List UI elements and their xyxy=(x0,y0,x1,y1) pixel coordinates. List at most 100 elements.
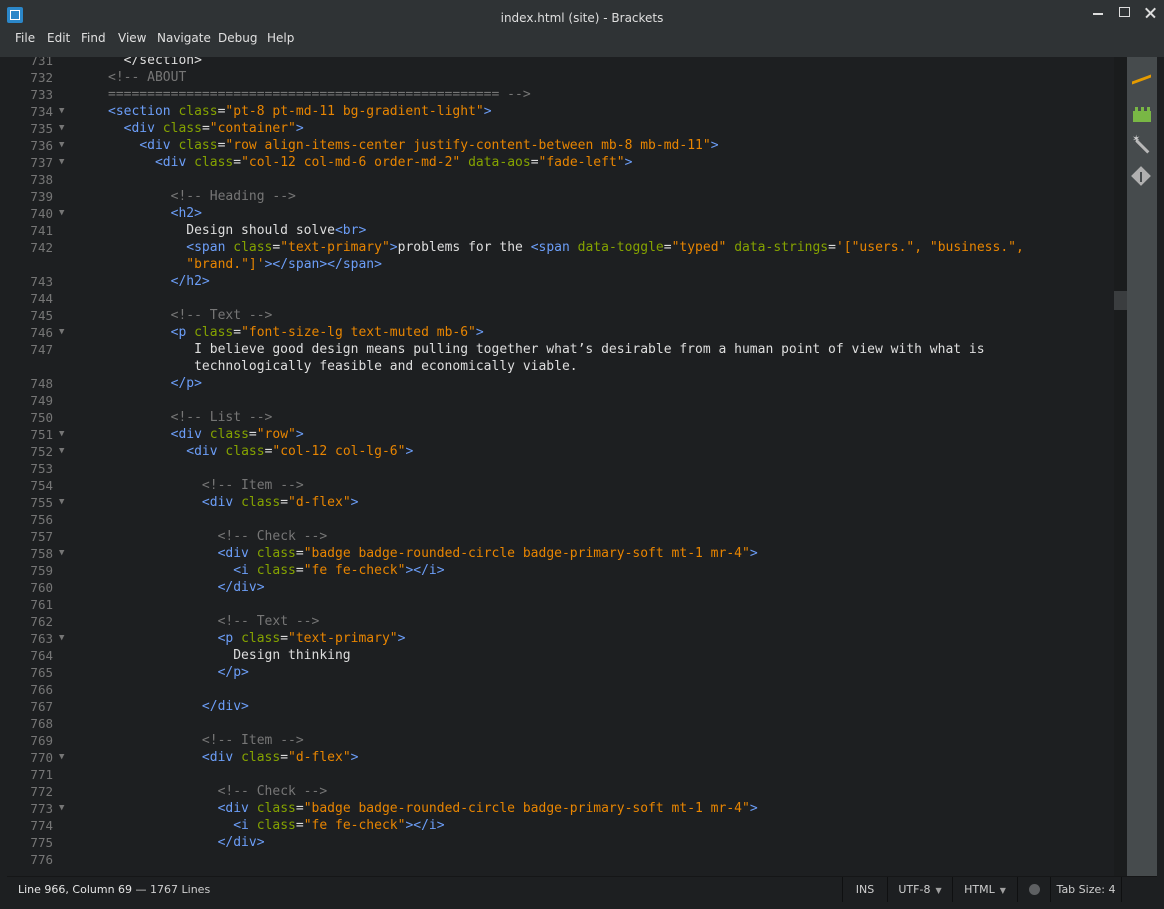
code-line[interactable]: 742 <span class="text-primary">problems … xyxy=(7,239,1114,256)
code-line[interactable]: 733 =====================================… xyxy=(7,86,1114,103)
vertical-scrollbar[interactable] xyxy=(1114,57,1127,876)
fold-toggle-icon[interactable]: ▼ xyxy=(59,443,69,460)
line-number: 759 xyxy=(30,563,53,578)
line-number: 775 xyxy=(30,835,53,850)
code-line[interactable]: 750 <!-- List --> xyxy=(7,409,1114,426)
code-line[interactable]: 765 </p> xyxy=(7,664,1114,681)
code-text: </p> xyxy=(217,665,249,680)
close-button[interactable] xyxy=(1140,4,1160,22)
code-line[interactable]: 770 ▼ <div class="d-flex"> xyxy=(7,749,1114,766)
code-line[interactable]: "brand."]'></span></span> xyxy=(7,256,1114,273)
code-line[interactable]: 774 <i class="fe fe-check"></i> xyxy=(7,817,1114,834)
code-line[interactable]: 755 ▼ <div class="d-flex"> xyxy=(7,494,1114,511)
menu-find[interactable]: Find xyxy=(81,31,106,48)
code-line[interactable]: 738 xyxy=(7,171,1114,188)
code-line[interactable]: 761 xyxy=(7,596,1114,613)
code-line[interactable]: 747 I believe good design means pulling … xyxy=(7,341,1114,358)
code-line[interactable]: 754 <!-- Item --> xyxy=(7,477,1114,494)
code-editor[interactable]: 731 </section> 732 <!-- ABOUT 733 ==========… xyxy=(7,57,1114,876)
fold-toggle-icon[interactable]: ▼ xyxy=(59,749,69,766)
code-text: <h2> xyxy=(170,206,202,221)
code-line[interactable]: 771 xyxy=(7,766,1114,783)
code-line[interactable]: 751 ▼ <div class="row"> xyxy=(7,426,1114,443)
code-line[interactable]: 767 </div> xyxy=(7,698,1114,715)
linting-status[interactable] xyxy=(1017,877,1050,902)
fold-toggle-icon[interactable]: ▼ xyxy=(59,324,69,341)
git-icon[interactable] xyxy=(1131,166,1153,188)
line-number: 752 xyxy=(30,444,53,459)
code-line[interactable]: 768 xyxy=(7,715,1114,732)
code-line[interactable]: 731 </section> xyxy=(7,57,1114,69)
code-line[interactable]: 732 <!-- ABOUT xyxy=(7,69,1114,86)
code-line[interactable]: 769 <!-- Item --> xyxy=(7,732,1114,749)
code-line[interactable]: 739 <!-- Heading --> xyxy=(7,188,1114,205)
line-number: 760 xyxy=(30,580,53,595)
minimize-button[interactable] xyxy=(1088,4,1108,22)
code-line[interactable]: 749 xyxy=(7,392,1114,409)
fold-toggle-icon[interactable]: ▼ xyxy=(59,137,69,154)
code-line[interactable]: 756 xyxy=(7,511,1114,528)
language-select[interactable]: HTML ▼ xyxy=(952,877,1017,902)
code-line[interactable]: 763 ▼ <p class="text-primary"> xyxy=(7,630,1114,647)
line-number: 766 xyxy=(30,682,53,697)
code-line[interactable]: 762 <!-- Text --> xyxy=(7,613,1114,630)
code-text: Design should solve<br> xyxy=(108,223,367,238)
code-line[interactable]: 757 <!-- Check --> xyxy=(7,528,1114,545)
code-line[interactable]: 753 xyxy=(7,460,1114,477)
code-line[interactable]: 764 Design thinking xyxy=(7,647,1114,664)
code-line[interactable]: 741 Design should solve<br> xyxy=(7,222,1114,239)
scrollbar-thumb[interactable] xyxy=(1114,291,1127,310)
fold-toggle-icon[interactable]: ▼ xyxy=(59,205,69,222)
tab-size-control[interactable]: Tab Size: 4 xyxy=(1050,877,1122,902)
code-line[interactable]: 766 xyxy=(7,681,1114,698)
code-line[interactable]: 773 ▼ <div class="badge badge-rounded-cir… xyxy=(7,800,1114,817)
code-line[interactable]: 772 <!-- Check --> xyxy=(7,783,1114,800)
code-text: </div> xyxy=(217,835,265,850)
live-preview-icon[interactable] xyxy=(1131,72,1153,94)
code-text: <div class="container"> xyxy=(123,121,304,136)
code-line[interactable]: 743 </h2> xyxy=(7,273,1114,290)
fold-toggle-icon[interactable]: ▼ xyxy=(59,630,69,647)
fold-toggle-icon[interactable]: ▼ xyxy=(59,154,69,171)
code-text: <!-- Check --> xyxy=(217,784,328,799)
menu-view[interactable]: View xyxy=(118,31,146,48)
code-line[interactable]: 740 ▼ <h2> xyxy=(7,205,1114,222)
code-line[interactable]: 748 </p> xyxy=(7,375,1114,392)
code-line[interactable]: 775 </div> xyxy=(7,834,1114,851)
menu-edit[interactable]: Edit xyxy=(47,31,70,48)
tab-size-value[interactable]: 4 xyxy=(1108,883,1115,896)
beautify-icon[interactable] xyxy=(1131,134,1153,157)
line-number: 769 xyxy=(30,733,53,748)
code-line[interactable]: 760 </div> xyxy=(7,579,1114,596)
code-text: <!-- Item --> xyxy=(201,733,304,748)
code-text: <p class="font-size-lg text-muted mb-6"> xyxy=(170,325,484,340)
code-line[interactable]: 744 xyxy=(7,290,1114,307)
fold-toggle-icon[interactable]: ▼ xyxy=(59,426,69,443)
maximize-button[interactable] xyxy=(1114,4,1134,22)
code-line[interactable]: technologically feasible and economicall… xyxy=(7,358,1114,375)
code-line[interactable]: 735 ▼ <div class="container"> xyxy=(7,120,1114,137)
menu-file[interactable]: File xyxy=(15,31,35,48)
menu-help[interactable]: Help xyxy=(267,31,294,48)
encoding-select[interactable]: UTF-8 ▼ xyxy=(887,877,952,902)
extension-manager-icon[interactable] xyxy=(1131,105,1153,127)
code-line[interactable]: 776 xyxy=(7,851,1114,868)
code-line[interactable]: 745 <!-- Text --> xyxy=(7,307,1114,324)
fold-toggle-icon[interactable]: ▼ xyxy=(59,120,69,137)
fold-toggle-icon[interactable]: ▼ xyxy=(59,545,69,562)
fold-toggle-icon[interactable]: ▼ xyxy=(59,800,69,817)
fold-toggle-icon[interactable]: ▼ xyxy=(59,103,69,120)
code-line[interactable]: 758 ▼ <div class="badge badge-rounded-cir… xyxy=(7,545,1114,562)
fold-toggle-icon[interactable]: ▼ xyxy=(59,494,69,511)
code-line[interactable]: 746 ▼ <p class="font-size-lg text-muted m… xyxy=(7,324,1114,341)
code-line[interactable]: 736 ▼ <div class="row align-items-center … xyxy=(7,137,1114,154)
line-number: 762 xyxy=(30,614,53,629)
code-line[interactable]: 737 ▼ <div class="col-12 col-md-6 order-m… xyxy=(7,154,1114,171)
menu-navigate[interactable]: Navigate xyxy=(157,31,211,48)
menu-debug[interactable]: Debug xyxy=(218,31,257,48)
insert-mode-toggle[interactable]: INS xyxy=(842,877,887,902)
code-line[interactable]: 734 ▼ <section class="pt-8 pt-md-11 bg-gra… xyxy=(7,103,1114,120)
code-line[interactable]: 752 ▼ <div class="col-12 col-lg-6"> xyxy=(7,443,1114,460)
code-text: <!-- Text --> xyxy=(170,308,273,323)
code-line[interactable]: 759 <i class="fe fe-check"></i> xyxy=(7,562,1114,579)
